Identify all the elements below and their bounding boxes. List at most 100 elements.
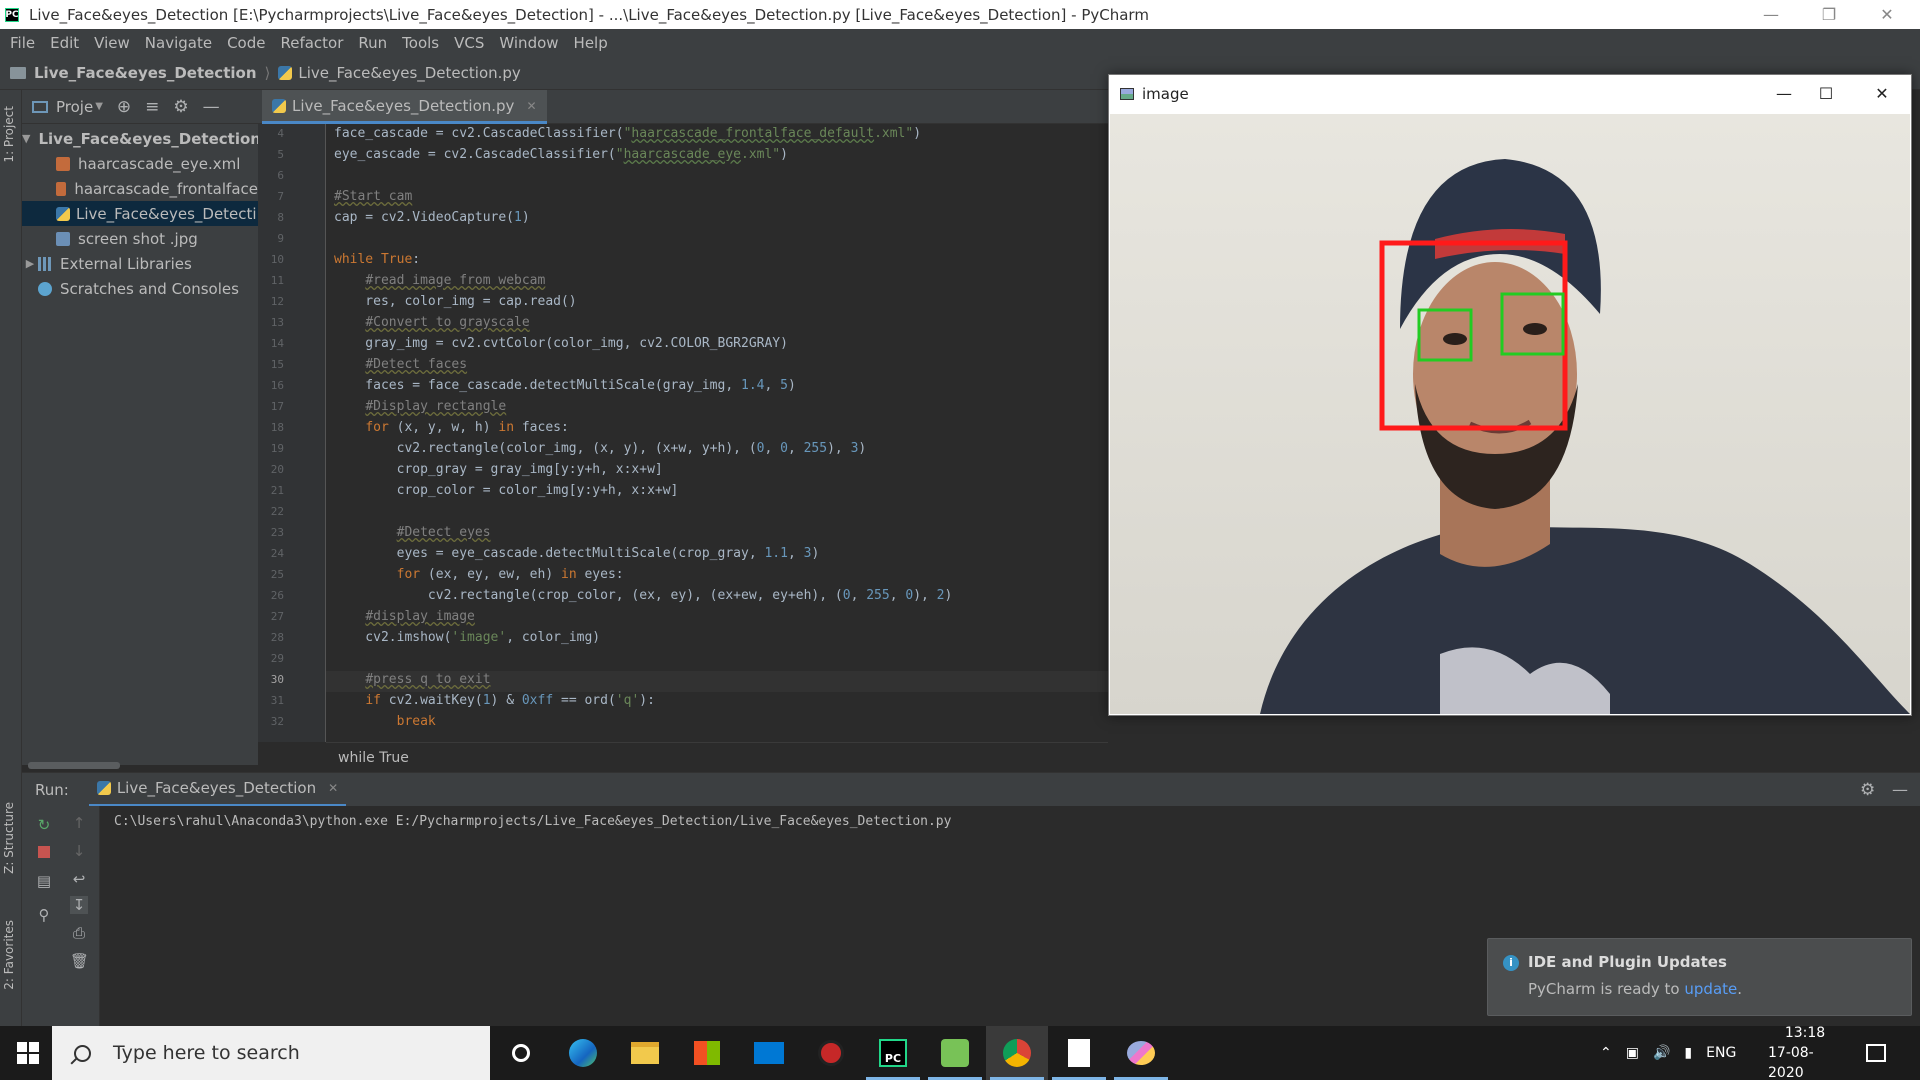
menu-edit[interactable]: Edit (43, 34, 87, 52)
hide-panel-icon[interactable]: — (1892, 780, 1908, 799)
tree-item-file-selected[interactable]: Live_Face&eyes_Detecti (22, 201, 258, 226)
tree-item-project-root[interactable]: ▼ Live_Face&eyes_Detection (22, 126, 258, 151)
project-tree: ▼ Live_Face&eyes_Detection haarcascade_e… (22, 124, 258, 301)
menu-file[interactable]: File (3, 34, 43, 52)
antivirus-icon[interactable] (800, 1026, 862, 1080)
language-indicator[interactable]: ENG (1706, 1045, 1736, 1061)
tree-item-label: screen shot .jpg (78, 229, 198, 248)
notification-title: IDE and Plugin Updates (1528, 953, 1727, 971)
pin-icon[interactable]: ⚲ (35, 906, 53, 924)
chevron-right-icon[interactable]: ▶ (22, 257, 38, 270)
up-arrow-icon[interactable]: ↑ (70, 814, 88, 832)
chevron-down-icon[interactable]: ▼ (22, 132, 30, 145)
tree-item-label: External Libraries (60, 254, 192, 273)
battery-icon[interactable]: ▮ (1684, 1045, 1692, 1061)
code-breadcrumb[interactable]: while True (326, 742, 1108, 772)
tab-main-py[interactable]: Live_Face&eyes_Detection.py ✕ (262, 90, 547, 124)
project-panel-header: Proje ▼ ⊕ ≡ ⚙ — (22, 90, 258, 124)
search-placeholder: Type here to search (113, 1042, 300, 1064)
code-line: #Detect eyes (396, 525, 491, 540)
minimize-button[interactable]: — (1742, 0, 1800, 29)
opencv-image-window[interactable]: image — ☐ ✕ (1108, 74, 1912, 716)
code-line: cv2.imshow('image', color_img) (334, 630, 601, 645)
menu-window[interactable]: Window (492, 34, 566, 52)
close-tab-icon[interactable]: ✕ (526, 99, 536, 113)
menu-run[interactable]: Run (351, 34, 395, 52)
mail-icon[interactable] (738, 1026, 800, 1080)
code-line: gray_img = cv2.cvtColor(color_img, cv2.C… (334, 336, 788, 351)
file-explorer-icon[interactable] (614, 1026, 676, 1080)
scroll-to-end-icon[interactable]: ↧ (70, 896, 88, 914)
paint-icon[interactable] (1110, 1026, 1172, 1080)
run-label: Run: (35, 780, 69, 799)
hide-panel-icon[interactable]: — (203, 97, 220, 117)
run-tab[interactable]: Live_Face&eyes_Detection ✕ (88, 773, 347, 807)
chevron-up-icon[interactable]: ⌃ (1600, 1045, 1612, 1061)
update-notification[interactable]: i IDE and Plugin Updates PyCharm is read… (1487, 938, 1912, 1016)
project-tool-tab[interactable]: 1: Project (2, 106, 16, 163)
cortana-icon[interactable] (490, 1026, 552, 1080)
line-number: 26 (270, 589, 284, 602)
favorites-tool-tab[interactable]: 2: Favorites (2, 920, 16, 990)
trash-icon[interactable]: 🗑 (70, 952, 89, 970)
menu-view[interactable]: View (87, 34, 138, 52)
code-line: for (ex, ey, ew, eh) in eyes: (396, 567, 624, 582)
print-icon[interactable]: ⎙ (70, 924, 88, 942)
line-number: 9 (277, 232, 284, 245)
image-close-button[interactable]: ✕ (1853, 75, 1911, 112)
menu-tools[interactable]: Tools (395, 34, 447, 52)
chevron-down-icon[interactable]: ▼ (95, 101, 103, 112)
image-window-titlebar[interactable]: image — ☐ ✕ (1109, 75, 1911, 112)
breadcrumb-project[interactable]: Live_Face&eyes_Detection (34, 64, 257, 82)
tree-item-file[interactable]: haarcascade_frontalface (22, 176, 258, 201)
structure-tool-tab[interactable]: Z: Structure (2, 802, 16, 874)
menu-refactor[interactable]: Refactor (273, 34, 351, 52)
tree-item-external-libraries[interactable]: ▶ External Libraries (22, 251, 258, 276)
code-line: #Detect faces (365, 357, 468, 372)
gear-icon[interactable]: ⚙ (1860, 780, 1875, 800)
clock[interactable]: 13:18 17-08-2020 (1768, 1025, 1842, 1080)
restore-button[interactable]: ❐ (1800, 0, 1858, 29)
volume-icon[interactable]: 🔊 (1653, 1045, 1670, 1061)
line-number: 6 (277, 169, 284, 182)
update-link[interactable]: update (1684, 980, 1737, 998)
tree-item-scratches[interactable]: Scratches and Consoles (22, 276, 258, 301)
soft-wrap-icon[interactable]: ↩ (70, 870, 88, 888)
image-maximize-button[interactable]: ☐ (1797, 75, 1855, 112)
project-view-selector[interactable]: Proje (56, 98, 93, 116)
python-file-icon (96, 781, 111, 795)
edge-icon[interactable] (552, 1026, 614, 1080)
webcam-frame (1110, 114, 1910, 714)
down-arrow-icon[interactable]: ↓ (70, 842, 88, 860)
taskbar-search[interactable]: Type here to search (52, 1026, 490, 1080)
gear-icon[interactable]: ⚙ (173, 97, 188, 117)
tree-item-file[interactable]: screen shot .jpg (22, 226, 258, 251)
tree-item-label: haarcascade_frontalface (74, 179, 258, 198)
horizontal-scrollbar[interactable] (28, 762, 120, 769)
notepad-icon[interactable] (1048, 1026, 1110, 1080)
layout-icon[interactable]: ▤ (35, 872, 53, 890)
line-number: 29 (270, 652, 284, 665)
menu-help[interactable]: Help (567, 34, 616, 52)
stop-icon[interactable] (35, 844, 53, 862)
network-icon[interactable]: ▣ (1626, 1045, 1639, 1061)
rerun-icon[interactable]: ↻ (35, 816, 53, 834)
windows-start-button[interactable] (17, 1042, 39, 1064)
chrome-icon[interactable] (986, 1026, 1048, 1080)
pycharm-taskbar-icon[interactable]: PC (862, 1026, 924, 1080)
store-icon[interactable] (676, 1026, 738, 1080)
code-line: #display image (365, 609, 475, 624)
menu-vcs[interactable]: VCS (447, 34, 492, 52)
menu-code[interactable]: Code (220, 34, 273, 52)
tree-item-file[interactable]: haarcascade_eye.xml (22, 151, 258, 176)
close-button[interactable]: ✕ (1858, 0, 1916, 29)
action-center-icon[interactable] (1866, 1026, 1886, 1080)
android-studio-icon[interactable] (924, 1026, 986, 1080)
collapse-all-icon[interactable]: ≡ (145, 97, 159, 117)
locate-icon[interactable]: ⊕ (117, 97, 131, 117)
menu-navigate[interactable]: Navigate (138, 34, 220, 52)
code-editor[interactable]: face_cascade = cv2.CascadeClassifier("ha… (326, 124, 1108, 742)
close-run-tab-icon[interactable]: ✕ (328, 781, 338, 795)
code-line: while True: (334, 252, 421, 267)
breadcrumb-file[interactable]: Live_Face&eyes_Detection.py (298, 64, 520, 82)
